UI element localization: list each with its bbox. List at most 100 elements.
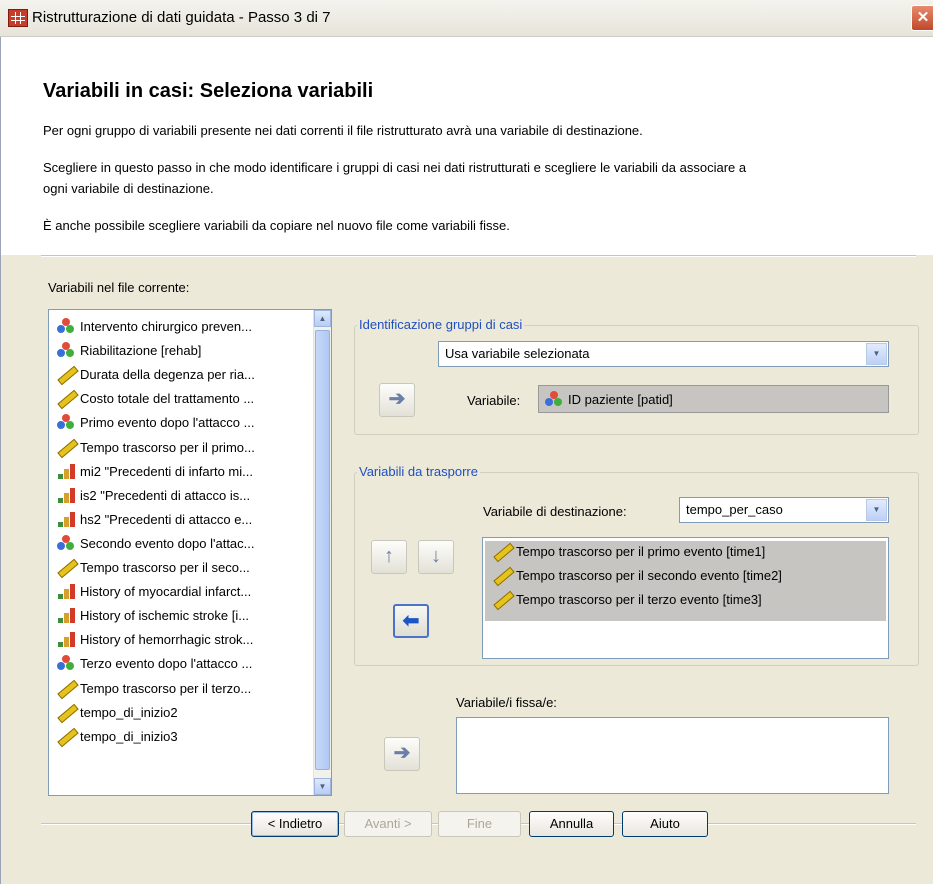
ordinal-measure-icon bbox=[57, 607, 76, 624]
list-item-label: History of hemorrhagic strok... bbox=[80, 632, 254, 648]
scale-measure-icon bbox=[493, 591, 512, 607]
target-variable-dropdown[interactable]: tempo_per_caso ▼ bbox=[679, 497, 889, 523]
move-to-case-variable-button[interactable]: ➔ bbox=[379, 383, 415, 417]
source-variable-list[interactable]: Intervento chirurgico preven... Riabilita… bbox=[48, 309, 332, 796]
source-list-label: Variabili nel file corrente: bbox=[48, 280, 190, 295]
list-item[interactable]: Secondo evento dopo l'attac... bbox=[57, 533, 255, 555]
ordinal-measure-icon bbox=[57, 631, 76, 648]
ordinal-measure-icon bbox=[57, 463, 76, 479]
move-up-button[interactable]: ↑ bbox=[371, 540, 407, 574]
list-item[interactable]: Terzo evento dopo l'attacco ... bbox=[57, 653, 252, 675]
list-item-label: Primo evento dopo l'attacco ... bbox=[80, 415, 255, 431]
scale-measure-icon bbox=[57, 680, 76, 696]
list-item-label: Tempo trascorso per il terzo evento [tim… bbox=[516, 592, 762, 607]
list-item[interactable]: Costo totale del trattamento ... bbox=[57, 388, 254, 410]
cancel-button[interactable]: Annulla bbox=[529, 811, 614, 837]
fixed-variables-label: Variabile/i fissa/e: bbox=[456, 695, 557, 710]
variable-label: Variabile: bbox=[467, 393, 521, 408]
list-item[interactable]: Tempo trascorso per il terzo... bbox=[57, 678, 251, 700]
list-item-label: mi2 "Precedenti di infarto mi... bbox=[80, 463, 253, 479]
list-item[interactable]: History of hemorrhagic strok... bbox=[57, 629, 253, 651]
description-text-2a: Scegliere in questo passo in che modo id… bbox=[43, 160, 747, 175]
scale-measure-icon bbox=[493, 567, 512, 583]
list-item[interactable]: History of ischemic stroke [i... bbox=[57, 605, 249, 627]
finish-button[interactable]: Fine bbox=[438, 811, 521, 837]
target-variable-label: Variabile di destinazione: bbox=[483, 504, 627, 519]
list-item-label: History of ischemic stroke [i... bbox=[80, 608, 250, 624]
list-item-label: Secondo evento dopo l'attac... bbox=[80, 535, 255, 551]
scroll-up-button[interactable]: ▲ bbox=[314, 310, 331, 327]
description-text-3: È anche possibile scegliere variabili da… bbox=[43, 218, 510, 233]
page-title: Variabili in casi: Seleziona variabili bbox=[43, 80, 374, 102]
chevron-down-icon[interactable]: ▼ bbox=[866, 343, 887, 365]
list-item[interactable]: tempo_di_inizio2 bbox=[57, 702, 178, 724]
nominal-measure-icon bbox=[57, 414, 76, 430]
move-down-button[interactable]: ↓ bbox=[418, 540, 454, 574]
list-item-label: Durata della degenza per ria... bbox=[80, 367, 255, 383]
description-text: Per ogni gruppo di variabili presente ne… bbox=[43, 123, 643, 138]
close-icon[interactable]: ✕ bbox=[911, 5, 933, 31]
list-item[interactable]: Tempo trascorso per il terzo evento [tim… bbox=[493, 589, 762, 611]
scroll-down-button[interactable]: ▼ bbox=[314, 778, 331, 795]
fixed-variables-list[interactable] bbox=[456, 717, 889, 794]
list-item-label: Tempo trascorso per il terzo... bbox=[80, 680, 252, 696]
list-item[interactable]: Intervento chirurgico preven... bbox=[57, 316, 252, 338]
list-item[interactable]: History of myocardial infarct... bbox=[57, 581, 251, 603]
transpose-variable-list[interactable]: Tempo trascorso per il primo evento [tim… bbox=[482, 537, 889, 659]
scale-measure-icon bbox=[57, 366, 76, 382]
ordinal-measure-icon bbox=[57, 511, 76, 527]
nominal-measure-icon bbox=[57, 342, 76, 358]
list-item-label: Tempo trascorso per il primo... bbox=[80, 439, 255, 455]
list-item-label: Tempo trascorso per il seco... bbox=[80, 560, 250, 575]
list-item[interactable]: Riabilitazione [rehab] bbox=[57, 340, 201, 362]
list-item[interactable]: Durata della degenza per ria... bbox=[57, 364, 255, 386]
scale-measure-icon bbox=[57, 439, 76, 455]
list-item[interactable]: is2 "Precedenti di attacco is... bbox=[57, 485, 250, 507]
description-text-2b: ogni variabile di destinazione. bbox=[43, 181, 214, 196]
list-item[interactable]: mi2 "Precedenti di infarto mi... bbox=[57, 461, 253, 483]
nominal-measure-icon bbox=[57, 318, 76, 334]
scale-measure-icon bbox=[57, 728, 76, 744]
vertical-scrollbar[interactable]: ▲ ▼ bbox=[313, 310, 331, 795]
scale-measure-icon bbox=[57, 704, 76, 720]
list-item[interactable]: hs2 "Precedenti di attacco e... bbox=[57, 509, 252, 531]
title-bar: Ristrutturazione di dati guidata - Passo… bbox=[0, 0, 933, 37]
next-button[interactable]: Avanti > bbox=[344, 811, 432, 837]
list-item-label: Tempo trascorso per il primo evento [tim… bbox=[516, 544, 766, 559]
transpose-title: Variabili da trasporre bbox=[357, 464, 480, 479]
scale-measure-icon bbox=[57, 559, 76, 575]
scale-measure-icon bbox=[57, 390, 76, 406]
list-item[interactable]: Tempo trascorso per il seco... bbox=[57, 557, 250, 579]
nominal-measure-icon bbox=[57, 655, 76, 671]
back-button[interactable]: < Indietro bbox=[251, 811, 339, 837]
list-item-label: Costo totale del trattamento ... bbox=[80, 391, 255, 407]
list-item-label: Tempo trascorso per il secondo evento [t… bbox=[516, 568, 782, 583]
move-to-fixed-button[interactable]: ➔ bbox=[384, 737, 420, 771]
case-variable-field[interactable]: ID paziente [patid] bbox=[538, 385, 889, 413]
list-item[interactable]: Tempo trascorso per il secondo evento [t… bbox=[493, 565, 782, 587]
list-item-label: Terzo evento dopo l'attacco ... bbox=[80, 656, 253, 672]
list-item[interactable]: Tempo trascorso per il primo evento [tim… bbox=[493, 541, 765, 563]
window-title: Ristrutturazione di dati guidata - Passo… bbox=[32, 9, 331, 26]
list-item-label: Intervento chirurgico preven... bbox=[80, 319, 252, 334]
wizard-header: Variabili in casi: Seleziona variabili P… bbox=[1, 37, 933, 255]
target-variable-value: tempo_per_caso bbox=[686, 502, 783, 517]
list-item[interactable]: Primo evento dopo l'attacco ... bbox=[57, 412, 254, 434]
ordinal-measure-icon bbox=[57, 583, 76, 600]
case-group-method-dropdown[interactable]: Usa variabile selezionata ▼ bbox=[438, 341, 889, 367]
list-item-label: tempo_di_inizio2 bbox=[80, 704, 178, 720]
scroll-thumb[interactable] bbox=[315, 330, 330, 770]
case-group-title: Identificazione gruppi di casi bbox=[357, 317, 525, 332]
list-item[interactable]: tempo_di_inizio3 bbox=[57, 726, 178, 748]
help-button[interactable]: Aiuto bbox=[622, 811, 708, 837]
case-variable-value: ID paziente [patid] bbox=[568, 392, 673, 407]
case-group-method-value: Usa variabile selezionata bbox=[445, 346, 590, 361]
move-back-button[interactable]: ⬅ bbox=[393, 604, 429, 638]
selected-items-highlight: Tempo trascorso per il primo evento [tim… bbox=[485, 541, 886, 621]
spreadsheet-icon bbox=[8, 9, 28, 27]
list-item-label: History of myocardial infarct... bbox=[80, 584, 252, 600]
chevron-down-icon[interactable]: ▼ bbox=[866, 499, 887, 521]
list-item-label: Riabilitazione [rehab] bbox=[80, 343, 202, 359]
list-item-label: hs2 "Precedenti di attacco e... bbox=[80, 511, 253, 527]
list-item[interactable]: Tempo trascorso per il primo... bbox=[57, 437, 255, 459]
